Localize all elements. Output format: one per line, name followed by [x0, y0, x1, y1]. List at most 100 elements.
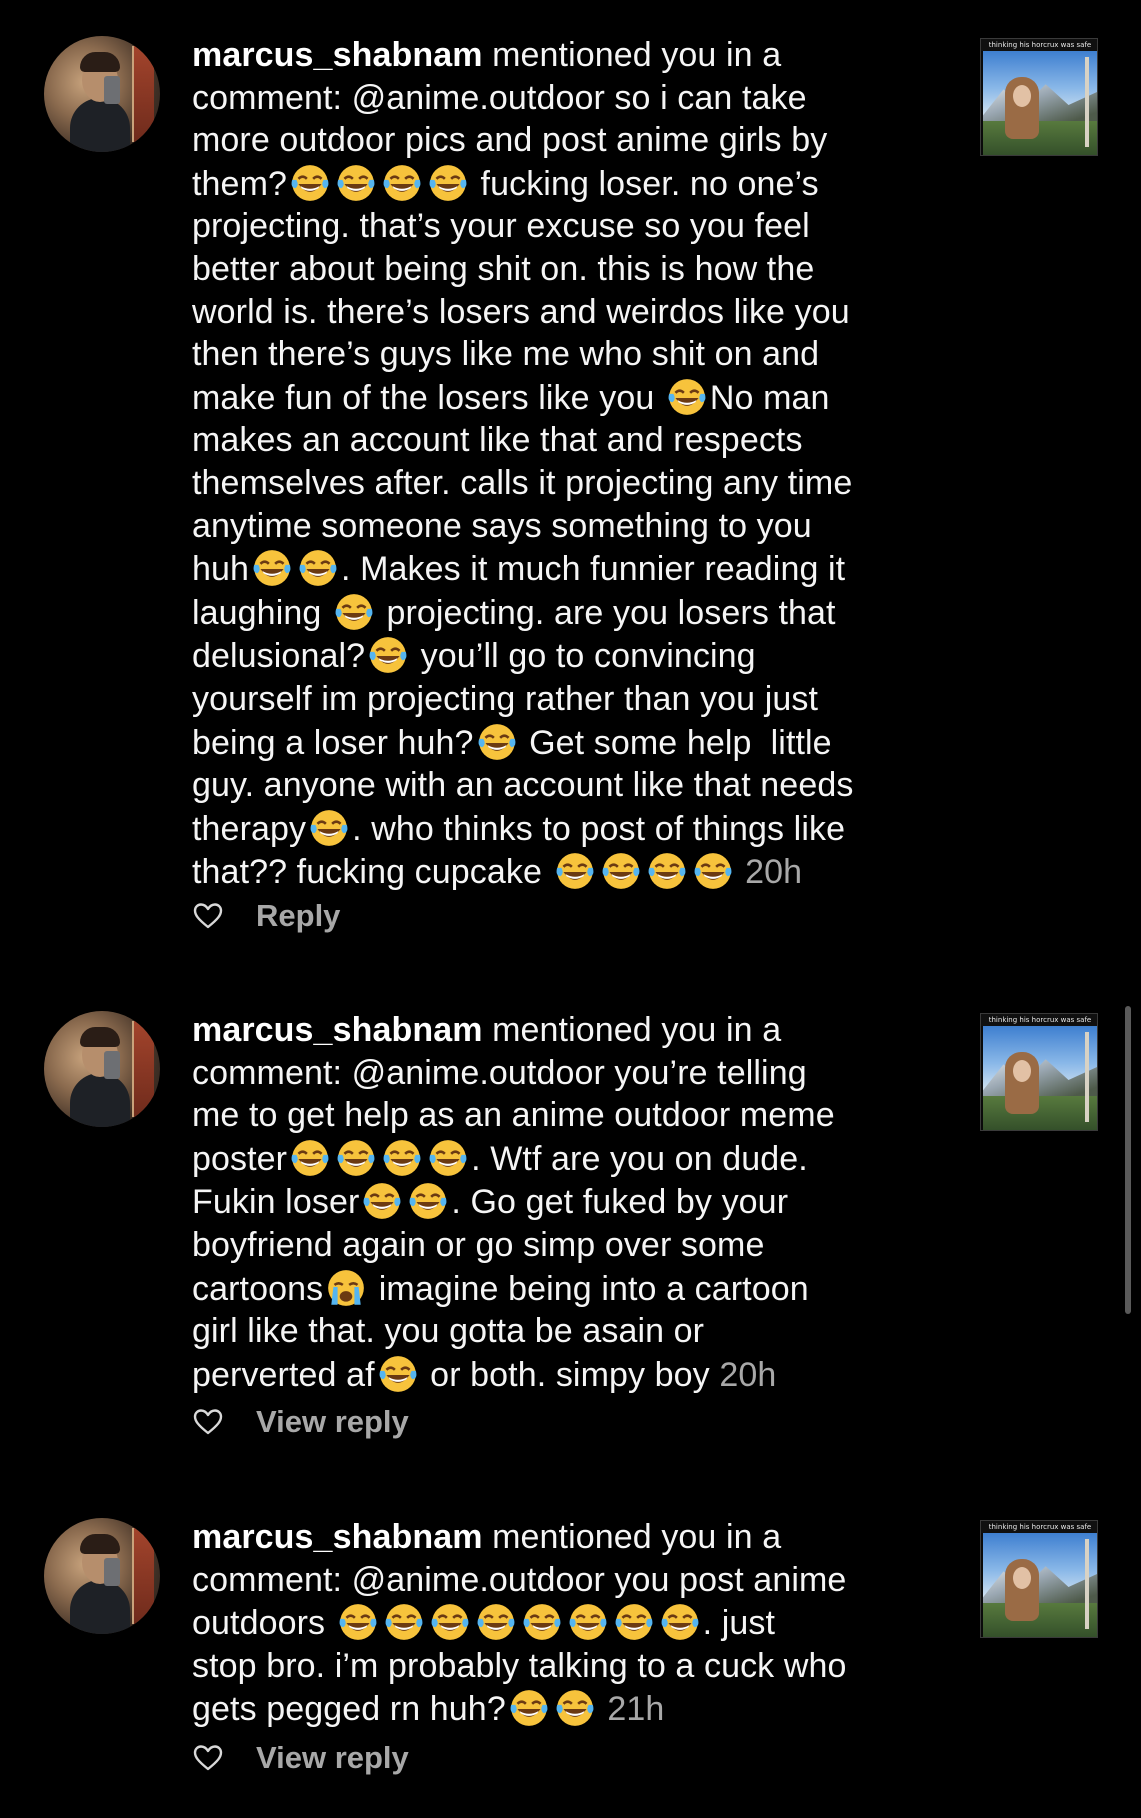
heart-outline-icon[interactable] — [192, 900, 224, 932]
text-line: outdoors . just — [192, 1601, 948, 1645]
timestamp: 20h — [745, 853, 803, 892]
comment-text: you’ll go to convincing — [411, 637, 756, 676]
view-reply-button[interactable]: View reply — [256, 1404, 409, 1440]
text-line: stop bro. i’m probably talking to a cuck… — [192, 1645, 948, 1688]
comment-text: then there’s guys like me who shit on an… — [192, 335, 820, 374]
text-line: cartoons imagine being into a cartoon — [192, 1267, 948, 1311]
username[interactable]: marcus_shabnam — [192, 1518, 483, 1556]
text-line: world is. there’s losers and weirdos lik… — [192, 291, 948, 334]
text-line: marcus_shabnam mentioned you in a — [192, 1516, 948, 1559]
tears-of-joy-emoji — [429, 164, 467, 201]
tears-of-joy-emoji — [253, 550, 291, 586]
comment-text: girl like that. you gotta be asain or — [192, 1312, 705, 1351]
post-thumbnail[interactable]: thinking his horcrux was safe — [980, 38, 1098, 156]
timestamp: 21h — [607, 1690, 665, 1729]
comment-text: boyfriend again or go simp over some — [192, 1225, 765, 1264]
thumbnail-caption: thinking his horcrux was safe — [981, 39, 1097, 51]
comment-text: outdoors — [192, 1604, 335, 1643]
tears-of-joy-emoji — [431, 1604, 469, 1641]
text-line: better about being shit on. this is how … — [192, 248, 948, 291]
activity-feed: marcus_shabnam mentioned you in a comment… — [0, 0, 1141, 1818]
tears-of-joy-emoji — [337, 1139, 375, 1176]
comment-text: comment: @anime.outdoor so i can take — [192, 78, 807, 117]
tears-of-joy-emoji — [335, 593, 373, 630]
tears-of-joy-emoji — [291, 164, 329, 201]
loudly-crying-face-emoji — [328, 1269, 365, 1306]
tears-of-joy-emoji — [409, 1183, 447, 1220]
post-thumbnail[interactable]: thinking his horcrux was safe — [980, 1520, 1098, 1638]
username[interactable]: marcus_shabnam — [192, 1011, 483, 1049]
scrollbar[interactable] — [1125, 1006, 1131, 1314]
tears-of-joy-emoji — [379, 1355, 417, 1392]
comment-text: mentioned you in a — [492, 1011, 782, 1049]
comment-text: more outdoor pics and post anime girls b… — [192, 121, 828, 160]
comment-text: . who thinks to post of things like — [352, 809, 846, 848]
comment-text: me to get help as an anime outdoor meme — [192, 1096, 835, 1135]
tears-of-joy-emoji — [648, 853, 685, 890]
comment-text: . Wtf are you on dude. — [471, 1139, 808, 1178]
comment-text: cartoons — [192, 1269, 324, 1308]
tears-of-joy-emoji — [477, 1604, 515, 1641]
text-line: huh . Makes it much funnier reading it — [192, 547, 948, 591]
comment-text: poster — [192, 1139, 288, 1178]
post-thumbnail[interactable]: thinking his horcrux was safe — [980, 1013, 1098, 1131]
text-line: themselves after. calls it projecting an… — [192, 462, 948, 505]
tears-of-joy-emoji — [569, 1604, 607, 1641]
comment-text: comment: @anime.outdoor you’re telling — [192, 1053, 807, 1092]
text-line: that?? fucking cupcake 20h — [192, 850, 948, 894]
comment-text: No man — [709, 378, 830, 417]
comment-text: stop bro. i’m probably talking to a cuck… — [192, 1646, 847, 1685]
avatar[interactable] — [44, 36, 160, 152]
tears-of-joy-emoji — [668, 378, 706, 415]
comment-text — [736, 853, 746, 891]
tears-of-joy-emoji — [299, 550, 337, 586]
username[interactable]: marcus_shabnam — [192, 36, 483, 74]
text-line: them? fucking loser. no one’s — [192, 162, 948, 206]
comment-text: or both. simpy boy — [420, 1355, 720, 1394]
comment-text: fucking loser. no one’s — [471, 164, 819, 203]
tears-of-joy-emoji — [661, 1604, 699, 1641]
notification-text[interactable]: marcus_shabnam mentioned you in a comment… — [192, 34, 948, 894]
text-line: comment: @anime.outdoor so i can take — [192, 77, 948, 120]
tears-of-joy-emoji — [385, 1604, 423, 1641]
tears-of-joy-emoji — [310, 809, 348, 846]
comment-text: being a loser huh? — [192, 723, 474, 762]
avatar[interactable] — [44, 1518, 160, 1634]
tears-of-joy-emoji — [478, 723, 516, 760]
notification-text[interactable]: marcus_shabnam mentioned you in a comment… — [192, 1009, 948, 1396]
heart-outline-icon[interactable] — [192, 1742, 224, 1774]
comment-text: them? — [192, 164, 287, 203]
notification-actions: View reply — [192, 1738, 409, 1778]
timestamp: 20h — [719, 1355, 777, 1394]
comment-text: anytime someone says something to you — [192, 506, 812, 545]
comment-text: . Go get fuked by your — [451, 1183, 789, 1222]
tears-of-joy-emoji — [291, 1139, 329, 1176]
text-line: yourself im projecting rather than you j… — [192, 678, 948, 721]
text-line: being a loser huh? Get some help little — [192, 721, 948, 765]
comment-text: makes an account like that and respects — [192, 421, 803, 460]
comment-text: laughing — [192, 593, 331, 632]
comment-text: better about being shit on. this is how … — [192, 249, 815, 288]
comment-text: projecting. are you losers that — [376, 593, 836, 632]
text-line: perverted af or both. simpy boy 20h — [192, 1353, 948, 1397]
tears-of-joy-emoji — [429, 1139, 467, 1176]
text-line: guy. anyone with an account like that ne… — [192, 764, 948, 807]
comment-text: gets pegged rn huh? — [192, 1690, 506, 1729]
tears-of-joy-emoji — [383, 164, 421, 201]
tears-of-joy-emoji — [523, 1604, 561, 1641]
tears-of-joy-emoji — [383, 1139, 421, 1176]
text-line: then there’s guys like me who shit on an… — [192, 333, 948, 376]
comment-text: projecting. that’s your excuse so you fe… — [192, 207, 810, 246]
notification-text[interactable]: marcus_shabnam mentioned you in a comment… — [192, 1516, 948, 1731]
text-line: comment: @anime.outdoor you’re telling — [192, 1052, 948, 1095]
view-reply-button[interactable]: View reply — [256, 1740, 409, 1776]
tears-of-joy-emoji — [615, 1604, 653, 1641]
heart-outline-icon[interactable] — [192, 1406, 224, 1438]
comment-text: themselves after. calls it projecting an… — [192, 463, 853, 502]
reply-button[interactable]: Reply — [256, 898, 340, 934]
thumbnail-caption: thinking his horcrux was safe — [981, 1014, 1097, 1026]
comment-text: comment: @anime.outdoor you post anime — [192, 1560, 847, 1599]
comment-text: that?? fucking cupcake — [192, 853, 552, 892]
avatar[interactable] — [44, 1011, 160, 1127]
text-line: boyfriend again or go simp over some — [192, 1224, 948, 1267]
